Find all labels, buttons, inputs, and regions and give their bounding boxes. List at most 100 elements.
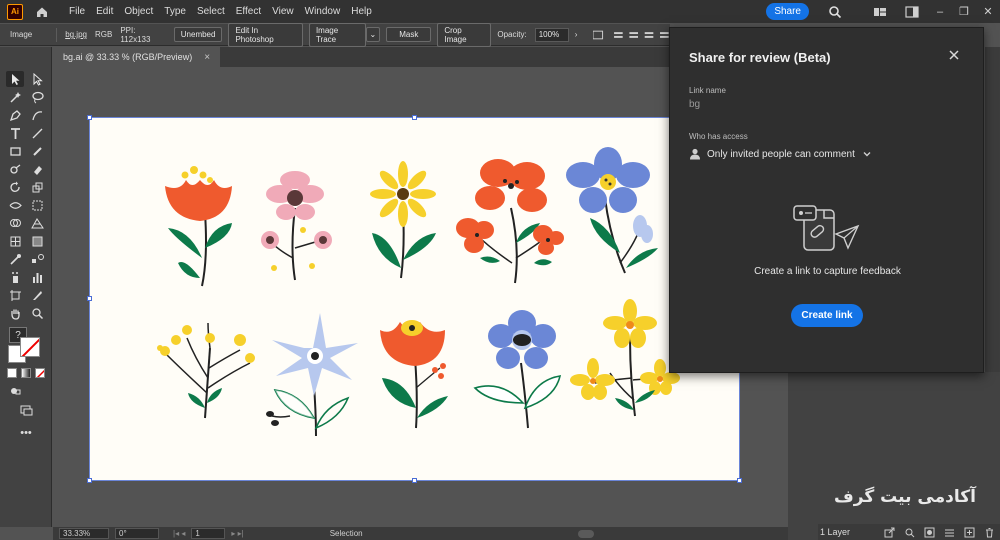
arrange-icon[interactable] [873,5,887,19]
scale-tool-icon[interactable] [28,179,46,195]
pen-tool-icon[interactable] [6,107,24,123]
share-button[interactable]: Share [766,3,809,20]
perspective-grid-tool-icon[interactable] [28,215,46,231]
close-icon[interactable] [947,48,961,62]
menu-object[interactable]: Object [124,6,153,17]
link-name-label: Link name [689,86,726,95]
locate-icon[interactable] [904,527,915,538]
opacity-input[interactable] [534,27,569,42]
unembed-button[interactable]: Unembed [173,27,223,42]
edit-in-photoshop-button[interactable]: Edit In Photoshop [228,22,303,47]
fill-none-swatch[interactable] [7,368,17,378]
hand-tool-icon[interactable] [6,305,24,321]
window-close-button[interactable]: ✕ [976,0,1000,23]
minimize-button[interactable]: – [928,0,952,23]
screen-mode-icon[interactable] [17,402,35,418]
curvature-tool-icon[interactable] [28,107,46,123]
menu-effect[interactable]: Effect [236,6,261,17]
zoom-field[interactable]: 33.33% [59,528,109,539]
eraser-tool-icon[interactable] [28,161,46,177]
rotation-field[interactable]: 0° [115,528,159,539]
menu-view[interactable]: View [272,6,294,17]
shape-builder-tool-icon[interactable] [6,215,24,231]
paintbrush-tool-icon[interactable] [28,143,46,159]
stroke-swatch[interactable] [20,337,40,357]
selection-tool-icon[interactable] [6,71,24,87]
more-tools-icon[interactable]: ••• [17,425,35,441]
topbar-right: Share – ❐ ✕ [766,0,1000,23]
artboard-nav-next-icon[interactable]: ▸ ▸| [231,529,243,538]
direct-selection-tool-icon[interactable] [28,71,46,87]
feedback-illustration-icon [793,205,860,251]
artboard[interactable] [89,117,740,481]
eyedropper-tool-icon[interactable] [6,251,24,267]
file-name-link[interactable]: bg.jpg [65,30,87,39]
new-layer-icon[interactable] [964,527,975,538]
type-tool-icon[interactable] [6,125,24,141]
menu-type[interactable]: Type [164,6,186,17]
blend-tool-icon[interactable] [28,251,46,267]
align-icon[interactable] [593,29,670,41]
width-tool-icon[interactable] [6,197,24,213]
image-trace-dropdown[interactable]: ⌄ [365,27,381,42]
symbol-sprayer-tool-icon[interactable] [6,269,24,285]
menu-file[interactable]: File [69,6,85,17]
horizontal-scrollbar[interactable] [577,529,594,538]
selection-handle[interactable] [737,478,742,483]
mesh-tool-icon[interactable] [6,233,24,249]
access-dropdown[interactable]: Only invited people can comment [689,148,878,160]
search-icon[interactable] [828,5,842,19]
close-icon[interactable]: × [204,52,210,63]
opacity-arrow-icon[interactable]: › [575,30,578,39]
ai-logo-icon: Ai [7,3,23,20]
shaper-tool-icon[interactable] [6,161,24,177]
delete-icon[interactable] [984,527,995,538]
selection-handle[interactable] [87,296,92,301]
selection-handle[interactable] [412,478,417,483]
column-graph-tool-icon[interactable] [28,269,46,285]
magic-wand-tool-icon[interactable] [6,89,24,105]
slice-tool-icon[interactable] [28,287,46,303]
image-trace-button[interactable]: Image Trace [308,22,366,47]
none-swatch[interactable] [35,368,45,378]
panel-icon[interactable] [905,5,919,19]
free-transform-tool-icon[interactable] [28,197,46,213]
menu-select[interactable]: Select [197,6,225,17]
gradient-swatch[interactable] [21,368,31,378]
user-icon [690,148,700,160]
rotate-tool-icon[interactable] [6,179,24,195]
mask-button[interactable]: Mask [386,27,432,42]
share-for-review-dialog: Share for review (Beta) Link name bg Who… [669,27,984,373]
link-name-field[interactable]: bg [689,99,700,110]
clip-mask-icon[interactable] [924,527,935,538]
sublayer-icon[interactable] [944,527,955,538]
line-tool-icon[interactable] [28,125,46,141]
home-icon[interactable] [35,5,49,19]
flower-orange-tulip-2 [380,320,448,429]
artboard-field[interactable]: 1 [191,528,226,539]
selection-handle[interactable] [412,115,417,120]
right-scroll-track[interactable] [985,47,1000,372]
menu-help[interactable]: Help [351,6,372,17]
selection-handle[interactable] [87,115,92,120]
crop-image-button[interactable]: Crop Image [437,22,492,47]
color-mode: RGB [94,30,113,39]
ppi-value: PPI: 112x133 [120,25,151,44]
control-bar: Image bg.jpg RGB PPI: 112x133 Unembed Ed… [0,22,670,47]
flower-yellow-star [370,161,436,279]
menu-edit[interactable]: Edit [96,6,113,17]
document-tab[interactable]: bg.ai @ 33.33 % (RGB/Preview) × [53,47,221,67]
export-icon[interactable] [884,527,895,538]
draw-mode-icon[interactable] [6,383,24,399]
selection-handle[interactable] [87,478,92,483]
create-link-button[interactable]: Create link [791,304,863,327]
menu-window[interactable]: Window [305,6,341,17]
artboard-nav-prev-icon[interactable]: |◂ ◂ [173,529,185,538]
lasso-tool-icon[interactable] [28,89,46,105]
zoom-tool-icon[interactable] [28,305,46,321]
artboard-tool-icon[interactable] [6,287,24,303]
rectangle-tool-icon[interactable] [6,143,24,159]
restore-button[interactable]: ❐ [952,0,976,23]
menu-bar: Ai File Edit Object Type Select Effect V… [0,0,1000,23]
gradient-tool-icon[interactable] [28,233,46,249]
